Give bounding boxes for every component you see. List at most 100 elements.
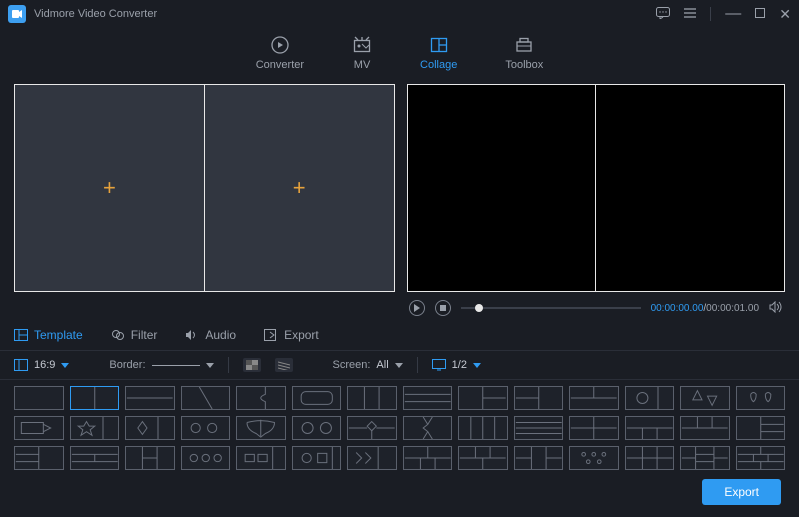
border-label: Border: bbox=[109, 359, 145, 371]
border-style-select[interactable] bbox=[152, 365, 200, 366]
template-item[interactable] bbox=[625, 386, 675, 410]
window-controls: — ✕ bbox=[656, 6, 791, 23]
add-media-cell[interactable]: + bbox=[205, 85, 394, 291]
template-item[interactable] bbox=[236, 386, 286, 410]
preview-canvas bbox=[407, 84, 786, 292]
screen-select[interactable]: Screen: All bbox=[333, 359, 403, 371]
template-item[interactable] bbox=[569, 416, 619, 440]
subtab-export[interactable]: Export bbox=[264, 328, 319, 342]
template-item[interactable] bbox=[181, 416, 231, 440]
template-item[interactable] bbox=[125, 416, 175, 440]
page-value: 1/2 bbox=[452, 359, 467, 371]
playback-slider[interactable] bbox=[461, 307, 641, 309]
preview-panel: 00:00:00.00/00:00:01.00 bbox=[407, 84, 786, 318]
template-item[interactable] bbox=[458, 446, 508, 470]
border-color-picker[interactable] bbox=[243, 358, 261, 372]
caret-down-icon bbox=[473, 363, 481, 368]
template-item[interactable] bbox=[625, 446, 675, 470]
template-item[interactable] bbox=[680, 416, 730, 440]
template-item[interactable] bbox=[347, 386, 397, 410]
template-item[interactable] bbox=[181, 446, 231, 470]
converter-icon bbox=[270, 35, 290, 55]
template-item[interactable] bbox=[736, 446, 786, 470]
collage-editor: + + bbox=[14, 84, 395, 292]
template-item[interactable] bbox=[403, 386, 453, 410]
template-item[interactable] bbox=[403, 416, 453, 440]
tab-toolbox[interactable]: Toolbox bbox=[505, 35, 543, 71]
main-tabs: Converter MV Collage Toolbox bbox=[0, 28, 799, 78]
minimize-button[interactable]: — bbox=[725, 10, 741, 18]
template-item[interactable] bbox=[347, 446, 397, 470]
template-item[interactable] bbox=[347, 416, 397, 440]
template-item[interactable] bbox=[70, 416, 120, 440]
template-item[interactable] bbox=[458, 416, 508, 440]
plus-icon: + bbox=[103, 175, 116, 201]
maximize-button[interactable] bbox=[755, 7, 765, 21]
menu-icon[interactable] bbox=[684, 7, 696, 21]
footer: Export bbox=[702, 479, 781, 505]
template-item[interactable] bbox=[680, 386, 730, 410]
template-item[interactable] bbox=[14, 416, 64, 440]
template-item[interactable] bbox=[403, 446, 453, 470]
add-media-cell[interactable]: + bbox=[15, 85, 205, 291]
subtab-filter[interactable]: Filter bbox=[111, 328, 158, 342]
tab-converter[interactable]: Converter bbox=[256, 35, 304, 71]
page-select[interactable]: 1/2 bbox=[432, 359, 481, 371]
playback-controls: 00:00:00.00/00:00:01.00 bbox=[407, 292, 786, 318]
stop-button[interactable] bbox=[435, 300, 451, 316]
collage-icon bbox=[429, 35, 449, 55]
subtab-label: Audio bbox=[205, 328, 236, 342]
template-item[interactable] bbox=[125, 446, 175, 470]
template-controls: 16:9 Border: Screen: All 1/2 bbox=[0, 350, 799, 380]
subtab-label: Filter bbox=[131, 328, 158, 342]
audio-icon bbox=[185, 328, 199, 342]
collage-subtabs: Template Filter Audio Export bbox=[0, 320, 799, 350]
subtab-label: Template bbox=[34, 328, 83, 342]
screen-icon bbox=[432, 359, 446, 371]
template-item[interactable] bbox=[14, 386, 64, 410]
play-button[interactable] bbox=[409, 300, 425, 316]
tab-mv[interactable]: MV bbox=[352, 35, 372, 71]
template-item[interactable] bbox=[125, 386, 175, 410]
template-item[interactable] bbox=[680, 446, 730, 470]
aspect-ratio-select[interactable]: 16:9 bbox=[14, 359, 69, 371]
border-pattern-picker[interactable] bbox=[275, 358, 293, 372]
close-button[interactable]: ✕ bbox=[779, 6, 791, 23]
template-item[interactable] bbox=[514, 446, 564, 470]
template-item[interactable] bbox=[569, 446, 619, 470]
caret-down-icon bbox=[206, 363, 214, 368]
template-item[interactable] bbox=[292, 446, 342, 470]
subtab-label: Export bbox=[284, 328, 319, 342]
export-icon bbox=[264, 328, 278, 342]
mv-icon bbox=[352, 35, 372, 55]
template-item[interactable] bbox=[292, 386, 342, 410]
template-item[interactable] bbox=[70, 446, 120, 470]
app-logo bbox=[8, 5, 26, 23]
caret-down-icon bbox=[61, 363, 69, 368]
template-item[interactable] bbox=[514, 386, 564, 410]
template-item[interactable] bbox=[70, 386, 120, 410]
playhead[interactable] bbox=[475, 304, 483, 312]
feedback-icon[interactable] bbox=[656, 7, 670, 22]
template-item[interactable] bbox=[292, 416, 342, 440]
tab-collage[interactable]: Collage bbox=[420, 35, 457, 71]
template-item[interactable] bbox=[236, 446, 286, 470]
template-item[interactable] bbox=[458, 386, 508, 410]
template-item[interactable] bbox=[514, 416, 564, 440]
titlebar: Vidmore Video Converter — ✕ bbox=[0, 0, 799, 28]
subtab-audio[interactable]: Audio bbox=[185, 328, 236, 342]
template-item[interactable] bbox=[181, 386, 231, 410]
template-item[interactable] bbox=[569, 386, 619, 410]
plus-icon: + bbox=[293, 175, 306, 201]
tab-label: Collage bbox=[420, 59, 457, 71]
workspace: + + 00:00:00.00/00:00:01.00 bbox=[0, 78, 799, 318]
template-item[interactable] bbox=[736, 416, 786, 440]
template-item[interactable] bbox=[736, 386, 786, 410]
template-item[interactable] bbox=[236, 416, 286, 440]
export-button[interactable]: Export bbox=[702, 479, 781, 505]
volume-icon[interactable] bbox=[769, 301, 783, 316]
template-item[interactable] bbox=[14, 446, 64, 470]
template-item[interactable] bbox=[625, 416, 675, 440]
subtab-template[interactable]: Template bbox=[14, 328, 83, 342]
tab-label: Toolbox bbox=[505, 59, 543, 71]
